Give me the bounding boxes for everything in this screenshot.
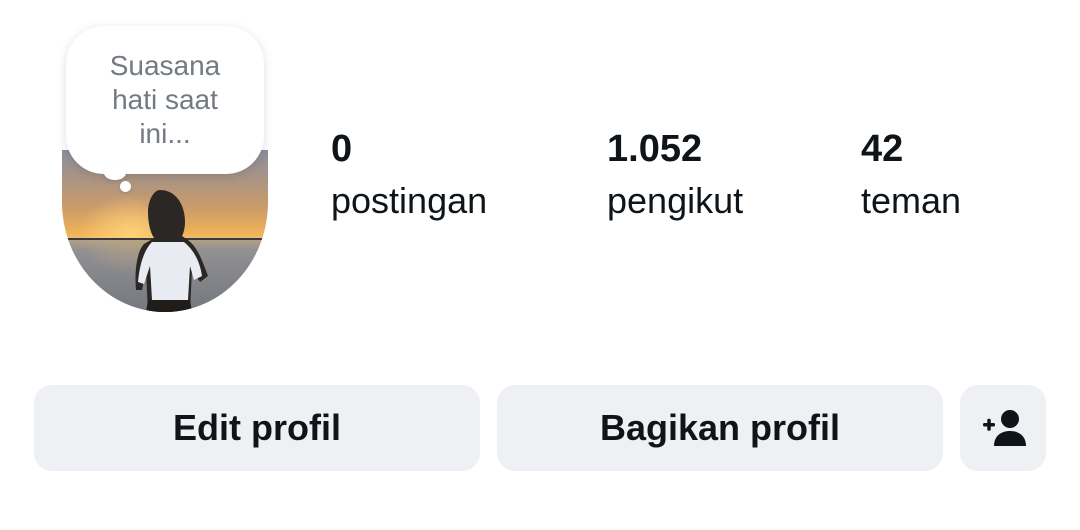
edit-profile-button[interactable]: Edit profil <box>34 385 480 471</box>
profile-header: Suasana hati saat ini... 0 postingan 1.0… <box>0 0 1080 530</box>
stat-followers-count: 1.052 <box>607 128 703 170</box>
stat-posts[interactable]: 0 postingan <box>331 126 487 224</box>
avatar-photo <box>62 150 268 312</box>
add-friend-button[interactable] <box>960 385 1046 471</box>
stat-followers-label: pengikut <box>607 180 744 221</box>
edit-profile-label: Edit profil <box>173 407 341 448</box>
stat-followers[interactable]: 1.052 pengikut <box>607 126 743 224</box>
stat-friends[interactable]: 42 teman <box>861 126 961 224</box>
avatar-container <box>62 150 324 456</box>
note-tail-dot <box>104 166 126 180</box>
stat-friends-label: teman <box>861 180 962 221</box>
avatar[interactable] <box>62 150 268 312</box>
note-tail-dot-small <box>120 181 131 192</box>
stat-friends-count: 42 <box>861 128 904 170</box>
share-profile-button[interactable]: Bagikan profil <box>497 385 943 471</box>
mood-note-bubble[interactable]: Suasana hati saat ini... <box>66 26 264 174</box>
stat-posts-label: postingan <box>331 180 488 221</box>
stat-posts-count: 0 <box>331 128 353 170</box>
add-person-icon <box>983 410 1026 446</box>
share-profile-label: Bagikan profil <box>599 407 841 448</box>
mood-note-text: Suasana hati saat ini... <box>109 50 221 149</box>
